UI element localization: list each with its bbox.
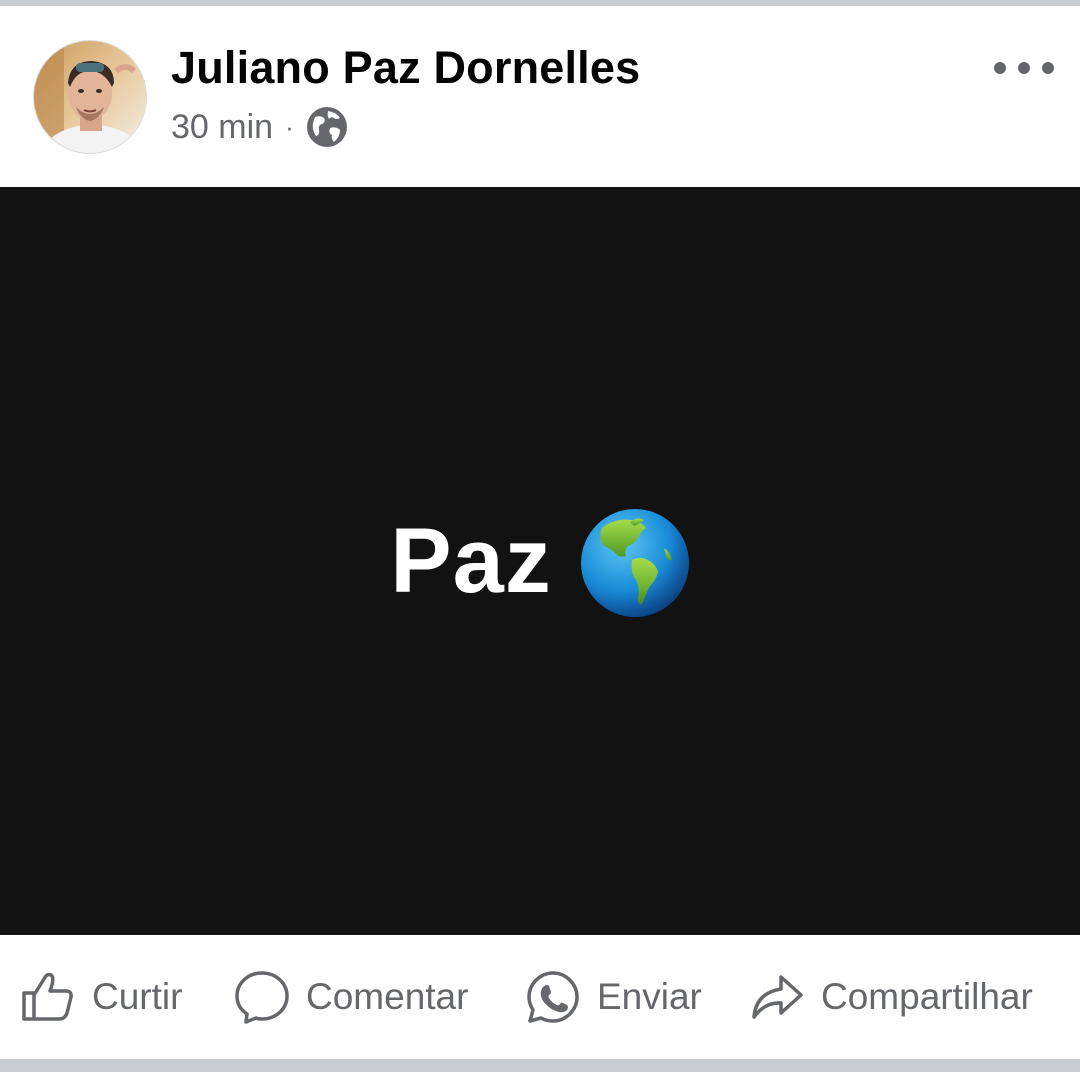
- globe-icon: [306, 107, 347, 147]
- comment-label: Comentar: [306, 976, 469, 1017]
- more-options-icon[interactable]: [994, 48, 1054, 88]
- bottom-divider: [0, 1059, 1080, 1072]
- post-media[interactable]: Paz: [0, 187, 1080, 935]
- earth-americas-emoji: [580, 509, 689, 617]
- share-button[interactable]: Compartilhar: [749, 965, 1033, 1029]
- send-label: Enviar: [597, 976, 702, 1017]
- post-meta: 30 min ·: [171, 106, 348, 148]
- media-word: Paz: [390, 509, 552, 612]
- more-dot: [1042, 62, 1054, 74]
- comment-bubble-icon: [235, 971, 289, 1024]
- more-dot: [1018, 62, 1030, 74]
- author-name[interactable]: Juliano Paz Dornelles: [171, 42, 640, 94]
- avatar-photo: [34, 41, 146, 153]
- feed-post-screen: Juliano Paz Dornelles 30 min · Paz Curti…: [0, 0, 1080, 1072]
- share-arrow-icon: [752, 975, 803, 1019]
- post-action-bar: Curtir Comentar Enviar Compartilhar: [0, 935, 1080, 1059]
- like-button[interactable]: Curtir: [20, 965, 182, 1029]
- share-label: Compartilhar: [821, 976, 1033, 1017]
- more-dot: [994, 62, 1006, 74]
- meta-separator: ·: [285, 111, 294, 142]
- post-timestamp[interactable]: 30 min: [171, 108, 273, 147]
- media-caption: Paz: [0, 187, 1080, 935]
- author-avatar[interactable]: [34, 41, 146, 153]
- thumbs-up-icon: [22, 972, 73, 1021]
- comment-button[interactable]: Comentar: [234, 965, 468, 1029]
- send-button[interactable]: Enviar: [525, 965, 702, 1029]
- like-label: Curtir: [92, 976, 183, 1017]
- post-header: Juliano Paz Dornelles 30 min ·: [0, 6, 1080, 187]
- whatsapp-icon: [527, 971, 579, 1023]
